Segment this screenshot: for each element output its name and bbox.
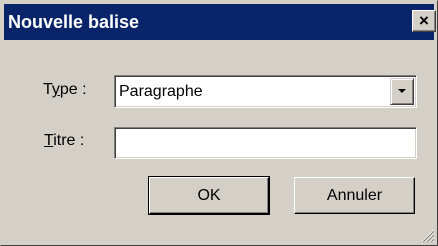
type-select-dropdown-button[interactable] xyxy=(390,78,414,105)
resize-grip-icon[interactable] xyxy=(419,227,435,243)
type-label: Type : xyxy=(43,81,87,98)
type-select-value: Paragraphe xyxy=(119,83,203,100)
cancel-button[interactable]: Annuler xyxy=(294,177,415,214)
titre-label: Titre : xyxy=(44,132,85,149)
dialog-window: Nouvelle balise × Type : Paragraphe Titr… xyxy=(0,0,438,246)
close-icon: × xyxy=(419,11,429,30)
close-button[interactable]: × xyxy=(412,10,436,32)
chevron-down-icon xyxy=(398,89,406,93)
dialog-title: Nouvelle balise xyxy=(8,12,140,32)
ok-button[interactable]: OK xyxy=(148,176,270,215)
title-bar[interactable]: Nouvelle balise × xyxy=(4,4,436,40)
type-select[interactable]: Paragraphe xyxy=(114,75,417,108)
titre-input[interactable] xyxy=(114,127,417,159)
